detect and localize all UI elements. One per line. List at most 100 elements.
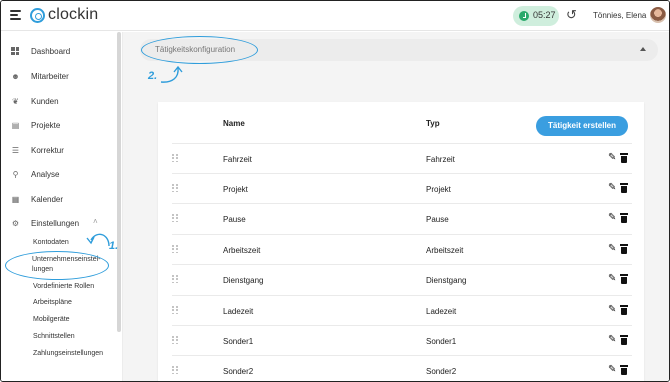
sidebar-subitem-schnittstellen[interactable]: Schnittstellen xyxy=(33,333,75,340)
table-row[interactable]: Fahrzeit Fahrzeit ✎ xyxy=(172,143,632,173)
sidebar-scrollbar[interactable] xyxy=(117,32,121,332)
sidebar-item-label: Einstellungen xyxy=(31,219,80,228)
table-row[interactable]: Pause Pause ✎ xyxy=(172,203,632,233)
table-row[interactable]: Ladezeit Ladezeit ✎ xyxy=(172,295,632,325)
timer-value: 05:27 xyxy=(533,10,556,20)
sidebar-item-kalender[interactable]: ▦ Kalender xyxy=(1,190,113,210)
trash-icon[interactable] xyxy=(620,274,628,284)
clipboard-icon: ▤ xyxy=(11,121,20,130)
sidebar-subitem-zahlungseinstellungen[interactable]: Zahlungseinstellungen xyxy=(33,350,103,357)
drag-handle-icon[interactable] xyxy=(172,336,178,345)
row-type: Arbeitszeit xyxy=(426,246,464,255)
row-name: Sonder2 xyxy=(223,367,254,376)
pencil-icon[interactable]: ✎ xyxy=(608,274,618,284)
annotation-arrow-icon xyxy=(86,233,110,247)
sidebar-subitem-arbeitsplaene[interactable]: Arbeitspläne xyxy=(33,299,72,306)
drag-handle-icon[interactable] xyxy=(172,214,178,223)
table-row[interactable]: Projekt Projekt ✎ xyxy=(172,173,632,203)
sidebar-subitem-mobilgeraete[interactable]: Mobilgeräte xyxy=(33,316,70,323)
table-row[interactable]: Sonder2 Sonder2 ✎ xyxy=(172,355,632,381)
row-type: Sonder2 xyxy=(426,367,457,376)
pencil-icon[interactable]: ✎ xyxy=(608,365,618,375)
avatar[interactable] xyxy=(650,7,666,23)
row-name: Sonder1 xyxy=(223,337,254,346)
pencil-icon[interactable]: ✎ xyxy=(608,305,618,315)
sidebar-item-korrektur[interactable]: ☰ Korrektur xyxy=(1,141,113,161)
caret-up-icon[interactable] xyxy=(640,47,646,51)
row-name: Dienstgang xyxy=(223,276,264,285)
drag-handle-icon[interactable] xyxy=(172,154,178,163)
drag-handle-icon[interactable] xyxy=(172,366,178,375)
clockin-logo-icon xyxy=(30,8,45,23)
trash-icon[interactable] xyxy=(620,365,628,375)
table-row[interactable]: Arbeitszeit Arbeitszeit ✎ xyxy=(172,234,632,264)
drag-handle-icon[interactable] xyxy=(172,306,178,315)
pencil-icon[interactable]: ✎ xyxy=(608,213,618,223)
column-header-name: Name xyxy=(223,119,245,128)
table-row[interactable]: Sonder1 Sonder1 ✎ xyxy=(172,325,632,355)
row-type: Sonder1 xyxy=(426,337,457,346)
pencil-icon[interactable]: ✎ xyxy=(608,153,618,163)
trash-icon[interactable] xyxy=(620,183,628,193)
sidebar-item-label: Projekte xyxy=(31,121,61,130)
calendar-icon: ▦ xyxy=(11,195,20,204)
gear-icon: ⚙ xyxy=(11,219,20,228)
pencil-icon[interactable]: ✎ xyxy=(608,244,618,254)
sidebar-item-analyse[interactable]: ⚲ Analyse xyxy=(1,165,113,185)
sidebar-item-label: Korrektur xyxy=(31,146,64,155)
magnifier-icon: ⚲ xyxy=(12,170,19,179)
table-row[interactable]: Dienstgang Dienstgang ✎ xyxy=(172,264,632,294)
edit-list-icon: ☰ xyxy=(11,146,20,155)
trash-icon[interactable] xyxy=(620,213,628,223)
sidebar-item-label: Analyse xyxy=(31,170,60,179)
annotation-highlight-ellipse xyxy=(141,36,258,64)
sidebar-item-label: Kunden xyxy=(31,97,59,106)
annotation-step-2: 2. xyxy=(148,70,158,82)
column-header-type: Typ xyxy=(426,119,440,128)
row-type: Projekt xyxy=(426,185,451,194)
pencil-icon[interactable]: ✎ xyxy=(608,183,618,193)
sidebar-item-kunden[interactable]: ❦ Kunden xyxy=(1,92,113,112)
annotation-highlight-ellipse xyxy=(5,251,109,280)
sidebar-item-projekte[interactable]: ▤ Projekte xyxy=(1,116,113,136)
row-name: Fahrzeit xyxy=(223,155,252,164)
top-bar: clockin 05:27 ↺ Tönnies, Elena xyxy=(1,1,669,31)
drag-handle-icon[interactable] xyxy=(172,184,178,193)
sidebar: Dashboard ☻ Mitarbeiter ❦ Kunden ▤ Proje… xyxy=(1,32,122,381)
timer-badge[interactable]: 05:27 xyxy=(513,6,559,26)
create-activity-button[interactable]: Tätigkeit erstellen xyxy=(536,116,628,136)
user-name[interactable]: Tönnies, Elena xyxy=(593,11,646,20)
trash-icon[interactable] xyxy=(620,305,628,315)
row-type: Dienstgang xyxy=(426,276,467,285)
annotation-step-1: 1. xyxy=(109,240,119,252)
app-window: clockin 05:27 ↺ Tönnies, Elena Dashboard… xyxy=(0,0,670,382)
chevron-up-icon[interactable]: ˄ xyxy=(93,217,98,226)
pencil-icon[interactable]: ✎ xyxy=(608,335,618,345)
sidebar-item-label: Mitarbeiter xyxy=(31,72,69,81)
row-type: Pause xyxy=(426,215,449,224)
dashboard-icon xyxy=(11,47,20,56)
annotation-arrow-icon xyxy=(160,65,183,83)
menu-icon[interactable] xyxy=(10,10,21,21)
row-name: Arbeitszeit xyxy=(223,246,261,255)
handshake-icon: ❦ xyxy=(12,97,19,106)
trash-icon[interactable] xyxy=(620,153,628,163)
drag-handle-icon[interactable] xyxy=(172,245,178,254)
sidebar-item-label: Dashboard xyxy=(31,47,71,56)
sidebar-item-dashboard[interactable]: Dashboard xyxy=(1,42,113,62)
row-type: Fahrzeit xyxy=(426,155,455,164)
sidebar-item-label: Kalender xyxy=(31,195,64,204)
people-icon: ☻ xyxy=(11,72,20,81)
trash-icon[interactable] xyxy=(620,335,628,345)
history-icon[interactable]: ↺ xyxy=(566,8,580,22)
clock-icon xyxy=(519,11,529,21)
row-name: Pause xyxy=(223,215,246,224)
row-name: Ladezeit xyxy=(223,307,254,316)
sidebar-item-mitarbeiter[interactable]: ☻ Mitarbeiter xyxy=(1,67,113,87)
sidebar-subitem-kontodaten[interactable]: Kontodaten xyxy=(33,239,69,246)
activity-table-card: Name Typ Tätigkeit erstellen Fahrzeit Fa… xyxy=(158,102,644,381)
sidebar-subitem-vordefinierte-rollen[interactable]: Vordefinierte Rollen xyxy=(33,283,94,290)
main-content: Tätigkeitskonfiguration 2. Name Typ Täti… xyxy=(123,32,669,381)
trash-icon[interactable] xyxy=(620,244,628,254)
drag-handle-icon[interactable] xyxy=(172,275,178,284)
